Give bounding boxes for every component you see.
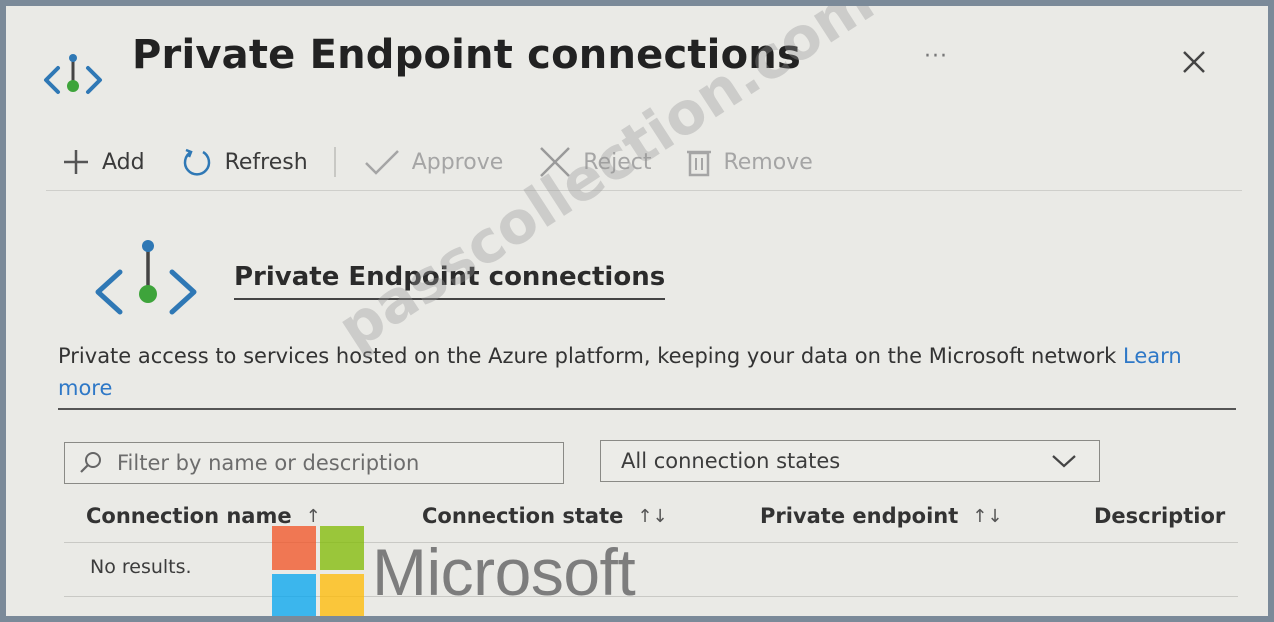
toolbar-separator <box>333 147 336 177</box>
screenshot-frame: Private Endpoint connections ··· Add Ref… <box>6 6 1268 616</box>
table-header: Connection name ↑ Connection state ↑↓ Pr… <box>86 498 1246 538</box>
column-header-description[interactable]: Descriptior <box>1094 504 1225 528</box>
connection-state-value: All connection states <box>621 449 841 473</box>
blade-header: Private Endpoint connections ··· <box>6 6 1268 116</box>
reject-label: Reject <box>583 149 652 175</box>
microsoft-logo-icon <box>272 526 364 616</box>
description-text: Private access to services hosted on the… <box>58 344 1117 368</box>
plus-icon <box>64 150 88 174</box>
toolbar-divider <box>46 190 1242 191</box>
remove-button[interactable]: Remove <box>685 146 813 178</box>
add-button[interactable]: Add <box>60 146 145 178</box>
search-icon <box>80 452 101 473</box>
page-title: Private Endpoint connections <box>132 32 801 78</box>
table-header-divider <box>64 542 1238 543</box>
column-label: Private endpoint <box>760 504 959 528</box>
sort-icon: ↑↓ <box>637 505 668 527</box>
section-description: Private access to services hosted on the… <box>58 340 1228 404</box>
close-icon[interactable] <box>1176 44 1212 80</box>
column-header-private-endpoint[interactable]: Private endpoint ↑↓ <box>760 504 1002 528</box>
command-toolbar: Add Refresh Approve Reject Remove <box>60 140 847 184</box>
add-label: Add <box>102 149 145 175</box>
sort-icon: ↑↓ <box>972 505 1003 527</box>
reject-button[interactable]: Reject <box>537 146 651 178</box>
description-divider <box>58 408 1236 410</box>
section-title: Private Endpoint connections <box>234 262 666 300</box>
more-options-button[interactable]: ··· <box>924 44 948 69</box>
column-header-connection-name[interactable]: Connection name ↑ <box>86 504 321 528</box>
checkmark-icon <box>364 150 399 175</box>
remove-label: Remove <box>723 149 813 175</box>
column-label: Descriptior <box>1094 504 1226 528</box>
column-label: Connection name <box>86 504 292 528</box>
microsoft-wordmark: Microsoft <box>372 535 636 609</box>
trash-icon <box>687 150 712 177</box>
column-label: Connection state <box>422 504 624 528</box>
refresh-label: Refresh <box>224 149 308 175</box>
connection-state-dropdown[interactable]: All connection states <box>600 440 1100 482</box>
approve-button[interactable]: Approve <box>362 147 504 177</box>
sort-ascending-icon: ↑ <box>305 505 321 527</box>
filter-input[interactable] <box>115 450 559 476</box>
refresh-button[interactable]: Refresh <box>179 144 308 180</box>
table-bottom-divider <box>64 596 1238 597</box>
refresh-icon <box>183 148 210 176</box>
chevron-down-icon <box>1052 455 1076 468</box>
approve-label: Approve <box>411 149 504 175</box>
empty-state-text: No results. <box>90 556 192 578</box>
column-header-connection-state[interactable]: Connection state ↑↓ <box>422 504 668 528</box>
private-endpoint-icon <box>44 54 102 94</box>
x-icon <box>540 147 571 177</box>
filter-search-box[interactable] <box>64 442 564 484</box>
private-endpoint-large-icon <box>95 240 197 315</box>
